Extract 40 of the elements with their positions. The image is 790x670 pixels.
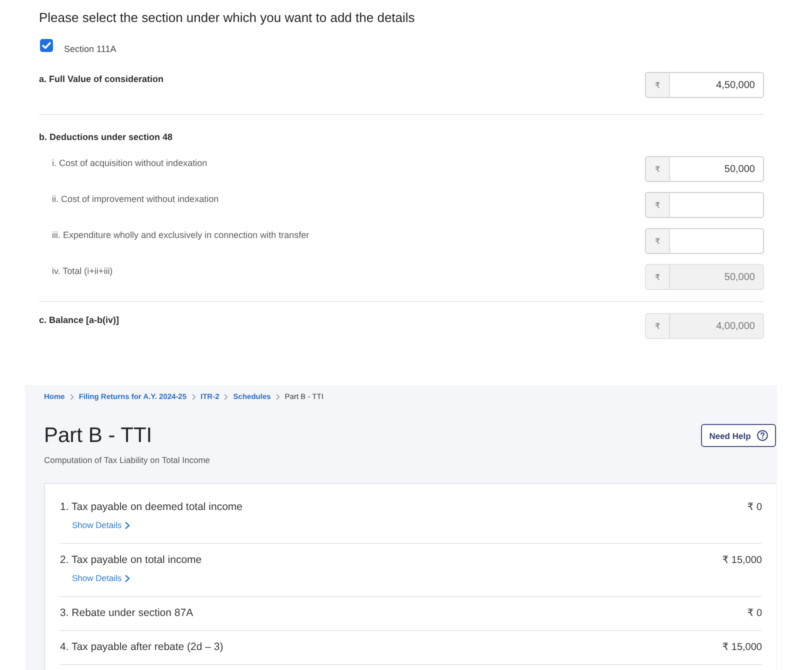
chevron-right-icon: [224, 394, 228, 400]
chevron-right-icon: [124, 575, 130, 582]
section-heading: b. Deductions under section 48: [39, 131, 173, 143]
tax-item-label: 3. Rebate under section 87A: [60, 607, 194, 620]
help-icon: [756, 430, 768, 441]
chevron-right-icon: [192, 394, 196, 400]
currency-prefix: ₹: [645, 313, 670, 339]
field-label: iii. Expenditure wholly and exclusively in connection with transfer: [52, 229, 310, 241]
field-label: i. Cost of acquisition without indexation: [52, 157, 208, 169]
amount-input[interactable]: 50,000: [670, 156, 764, 182]
checkbox-label: Section 111A: [64, 43, 116, 55]
amount-input[interactable]: 4,50,000: [670, 72, 764, 98]
form-heading: Please select the section under which you want to add the details: [39, 10, 416, 26]
need-help-button[interactable]: Need Help: [701, 424, 776, 447]
field-label: ii. Cost of improvement without indexation: [52, 193, 219, 205]
tax-item-label: 2. Tax payable on total income: [60, 554, 202, 567]
amount-input[interactable]: [670, 228, 764, 254]
chevron-right-icon: [276, 394, 280, 400]
chevron-right-icon: [124, 522, 130, 529]
tax-item-label: 4. Tax payable after rebate (2d – 3): [60, 641, 224, 654]
currency-prefix: ₹: [645, 156, 670, 182]
currency-prefix: ₹: [645, 228, 670, 254]
tax-amount: ₹ 15,000: [722, 554, 762, 567]
chevron-right-icon: [70, 394, 74, 400]
currency-prefix: ₹: [645, 192, 670, 218]
field-label: a. Full Value of consideration: [39, 73, 164, 85]
currency-prefix: ₹: [645, 264, 670, 290]
page-subtitle: Computation of Tax Liability on Total Income: [44, 455, 212, 466]
tax-amount: ₹ 0: [747, 501, 762, 514]
tax-amount: ₹ 0: [747, 607, 762, 620]
tax-amount: ₹ 15,000: [722, 641, 762, 654]
checkbox[interactable]: [40, 39, 53, 52]
show-details-link[interactable]: Show Details: [72, 520, 130, 531]
page-title: Part B - TTI: [44, 424, 152, 448]
show-details-link[interactable]: Show Details: [72, 573, 130, 584]
tax-item-label: 1. Tax payable on deemed total income: [60, 501, 243, 514]
field-label: iv. Total (i+ii+iii): [52, 265, 113, 277]
currency-prefix: ₹: [645, 72, 670, 98]
amount-input[interactable]: [670, 192, 764, 218]
field-label: c. Balance [a-b(iv)]: [39, 314, 120, 326]
